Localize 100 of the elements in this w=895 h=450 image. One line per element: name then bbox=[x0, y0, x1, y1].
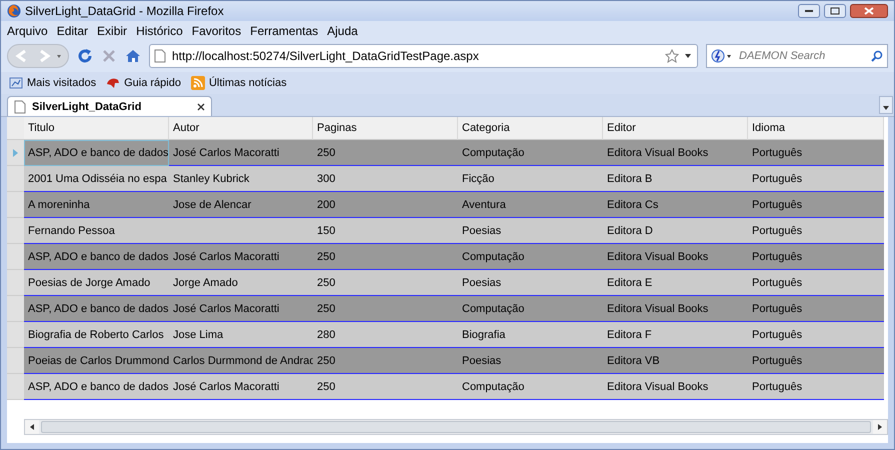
search-bar[interactable]: DAEMON Search bbox=[706, 44, 888, 68]
table-cell: Editora Visual Books bbox=[603, 296, 748, 322]
window-title: SilverLight_DataGrid - Mozilla Firefox bbox=[25, 4, 225, 18]
row-header[interactable] bbox=[7, 374, 24, 400]
firefox-icon bbox=[7, 4, 21, 18]
table-cell: Editora E bbox=[603, 270, 748, 296]
table-cell: 250 bbox=[313, 348, 458, 374]
table-cell: Português bbox=[748, 140, 884, 166]
menu-item[interactable]: Ajuda bbox=[327, 24, 358, 38]
table-cell: Biografia bbox=[458, 322, 603, 348]
row-header[interactable] bbox=[7, 270, 24, 296]
rss-icon bbox=[190, 76, 205, 90]
search-engine-icon[interactable] bbox=[711, 49, 733, 63]
table-cell: Português bbox=[748, 166, 884, 192]
browser-tab[interactable]: SilverLight_DataGrid bbox=[7, 96, 212, 116]
table-cell: 280 bbox=[313, 322, 458, 348]
table-cell: Jose Lima bbox=[169, 322, 313, 348]
table-cell: 300 bbox=[313, 166, 458, 192]
row-header[interactable] bbox=[7, 296, 24, 322]
search-icon[interactable] bbox=[871, 50, 883, 62]
table-cell: Ficção bbox=[458, 166, 603, 192]
table-cell: Editora Cs bbox=[603, 192, 748, 218]
table-cell: Português bbox=[748, 244, 884, 270]
row-header[interactable] bbox=[7, 218, 24, 244]
table-cell: Editora D bbox=[603, 218, 748, 244]
star-icon[interactable] bbox=[665, 49, 679, 63]
table-cell: Português bbox=[748, 270, 884, 296]
menu-item[interactable]: Favoritos bbox=[192, 24, 242, 38]
home-icon[interactable] bbox=[125, 48, 141, 64]
caret-icon bbox=[883, 106, 889, 110]
scroll-left-button[interactable] bbox=[25, 420, 39, 434]
column-header[interactable]: Idioma bbox=[748, 117, 884, 140]
table-cell: Poesias bbox=[458, 348, 603, 374]
column-header[interactable]: Paginas bbox=[313, 117, 458, 140]
back-forward-button[interactable] bbox=[7, 44, 69, 68]
left-arrow-icon bbox=[30, 424, 34, 430]
table-cell: 250 bbox=[313, 374, 458, 400]
menu-item[interactable]: Ferramentas bbox=[250, 24, 318, 38]
corner-header bbox=[7, 117, 24, 140]
menu-item[interactable]: Editar bbox=[56, 24, 88, 38]
minimize-button[interactable] bbox=[798, 4, 820, 18]
close-button[interactable] bbox=[850, 4, 888, 18]
scroll-right-button[interactable] bbox=[873, 420, 887, 434]
table-cell: ASP, ADO e banco de dados bbox=[24, 296, 169, 322]
reload-icon[interactable] bbox=[77, 48, 93, 64]
table-cell: 250 bbox=[313, 296, 458, 322]
table-cell: 150 bbox=[313, 218, 458, 244]
table-cell: 2001 Uma Odisséia no espa bbox=[24, 166, 169, 192]
tab-list-button[interactable] bbox=[879, 96, 893, 114]
column-header[interactable]: Titulo bbox=[24, 117, 169, 140]
page-icon bbox=[154, 49, 166, 63]
close-icon[interactable] bbox=[197, 102, 205, 110]
dropdown-icon[interactable] bbox=[685, 54, 691, 58]
scroll-thumb[interactable] bbox=[41, 421, 871, 433]
table-cell: Português bbox=[748, 218, 884, 244]
table-cell: Computação bbox=[458, 296, 603, 322]
table-cell: Português bbox=[748, 296, 884, 322]
table-cell: José Carlos Macoratti bbox=[169, 296, 313, 322]
table-cell: Computação bbox=[458, 374, 603, 400]
row-header[interactable] bbox=[7, 140, 24, 166]
table-cell: Português bbox=[748, 348, 884, 374]
horizontal-scrollbar[interactable] bbox=[24, 419, 888, 435]
row-header[interactable] bbox=[7, 322, 24, 348]
table-cell: Português bbox=[748, 374, 884, 400]
table-cell: Computação bbox=[458, 140, 603, 166]
row-header[interactable] bbox=[7, 348, 24, 374]
bookmark-link[interactable]: Guia rápido bbox=[124, 77, 181, 89]
table-cell: Editora F bbox=[603, 322, 748, 348]
table-cell: Editora Visual Books bbox=[603, 140, 748, 166]
column-header[interactable]: Categoria bbox=[458, 117, 603, 140]
table-cell: ASP, ADO e banco de dados bbox=[24, 374, 169, 400]
stop-icon[interactable] bbox=[101, 48, 117, 64]
table-cell: Editora Visual Books bbox=[603, 244, 748, 270]
maximize-icon bbox=[830, 7, 840, 15]
right-arrow-icon bbox=[878, 424, 882, 430]
table-cell: ASP, ADO e banco de dados bbox=[24, 244, 169, 270]
menu-item[interactable]: Exibir bbox=[97, 24, 128, 38]
table-cell: Editora VB bbox=[603, 348, 748, 374]
close-icon bbox=[864, 7, 874, 15]
menu-item[interactable]: Arquivo bbox=[7, 24, 48, 38]
table-cell: Computação bbox=[458, 244, 603, 270]
column-header[interactable]: Autor bbox=[169, 117, 313, 140]
row-header[interactable] bbox=[7, 244, 24, 270]
row-header[interactable] bbox=[7, 192, 24, 218]
menu-item[interactable]: Histórico bbox=[136, 24, 183, 38]
table-cell: Poesias de Jorge Amado bbox=[24, 270, 169, 296]
maximize-button[interactable] bbox=[824, 4, 846, 18]
table-cell: José Carlos Macoratti bbox=[169, 374, 313, 400]
table-cell: A moreninha bbox=[24, 192, 169, 218]
row-header[interactable] bbox=[7, 166, 24, 192]
bookmark-link[interactable]: Últimas notícias bbox=[208, 77, 287, 89]
column-header[interactable]: Editor bbox=[603, 117, 748, 140]
bookmark-link[interactable]: Mais visitados bbox=[27, 77, 96, 89]
table-cell: Aventura bbox=[458, 192, 603, 218]
address-bar[interactable]: http://localhost:50274/SilverLight_DataGridTestPage.aspx bbox=[149, 44, 698, 68]
bookmark-icon bbox=[9, 76, 23, 90]
table-cell: José Carlos Macoratti bbox=[169, 244, 313, 270]
table-cell: 200 bbox=[313, 192, 458, 218]
table-cell: 250 bbox=[313, 270, 458, 296]
minimize-icon bbox=[804, 9, 814, 13]
